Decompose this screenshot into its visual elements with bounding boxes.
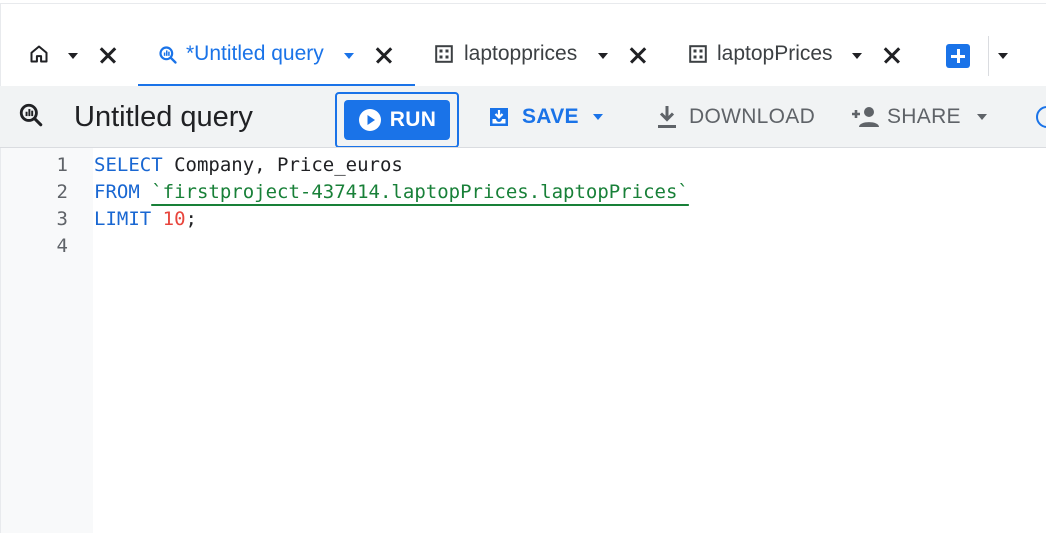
line-number-gutter: 1 2 3 4 [1,148,93,533]
download-icon [658,106,676,128]
code-line[interactable]: FROM `firstproject-437414.laptopPrices.l… [94,179,689,206]
window-top-border [0,3,1046,4]
line-number: 3 [56,208,68,230]
line-number: 4 [56,235,68,257]
tab-untitled-query-caret-icon[interactable] [344,53,354,59]
save-icon [490,108,508,126]
query-icon [158,45,178,70]
query-title: Untitled query [74,100,253,133]
play-circle-icon [358,109,381,131]
tab-laptopprices-label: laptopprices [464,42,578,65]
table-icon [689,45,707,63]
sql-space [151,208,162,230]
tab-strip: *Untitled query laptopprices laptopPrice… [0,24,1046,86]
tab-laptopprices[interactable]: laptopprices [418,24,668,86]
tab-laptopprices-caret-icon[interactable] [598,53,608,59]
download-button-label: DOWNLOAD [689,105,816,128]
tab-home[interactable] [0,24,134,86]
new-tab-plus-icon[interactable] [946,44,970,68]
tab-home-caret-icon[interactable] [68,53,78,59]
tab-laptopPrices-close-icon[interactable] [883,46,901,64]
tab-divider [988,36,989,76]
sql-number: 10 [162,208,186,230]
person-add-icon [852,107,879,127]
share-button-label: SHARE [887,105,961,128]
sql-keyword: FROM [94,181,140,203]
sql-table-reference[interactable]: `firstproject-437414.laptopPrices.laptop… [151,181,689,203]
save-caret-icon [592,114,603,120]
save-button-label: SAVE [522,105,579,128]
share-caret-icon [976,114,987,120]
sql-keyword: LIMIT [94,208,152,230]
query-icon [18,102,44,133]
sql-columns: Company, Price_euros [162,154,403,176]
code-line[interactable]: LIMIT 10; [94,206,197,233]
sql-terminator: ; [185,208,197,230]
run-button-label: RUN [389,108,437,131]
query-title-row: Untitled query [18,86,253,148]
query-toolbar: Untitled query RUN SAVE DOWNLOAD SHARE [0,86,1046,148]
tab-laptopPrices[interactable]: laptopPrices [672,24,922,86]
tab-laptopprices-close-icon[interactable] [629,46,647,64]
tab-untitled-query-close-icon[interactable] [375,46,393,64]
tab-laptopPrices-caret-icon[interactable] [852,53,862,59]
line-number: 1 [56,154,68,176]
schedule-icon[interactable] [1036,106,1046,128]
tab-untitled-query-label: *Untitled query [186,42,324,65]
tab-home-close-icon[interactable] [99,46,117,64]
sql-keyword: SELECT [94,154,163,176]
line-number: 2 [56,181,68,203]
sql-editor[interactable]: 1 2 3 4 SELECT Company, Price_euros FROM… [0,148,1046,533]
more-tabs-caret-icon[interactable] [998,53,1008,59]
run-button[interactable]: RUN [344,100,450,140]
download-button[interactable]: DOWNLOAD [655,86,815,148]
tab-laptopPrices-label: laptopPrices [717,42,833,65]
sql-space [140,181,151,203]
share-button[interactable]: SHARE [851,86,987,148]
table-icon [435,45,453,63]
code-line[interactable]: SELECT Company, Price_euros [94,152,403,179]
tab-untitled-query[interactable]: *Untitled query [138,24,415,86]
home-icon [29,44,49,69]
save-button[interactable]: SAVE [487,86,603,148]
